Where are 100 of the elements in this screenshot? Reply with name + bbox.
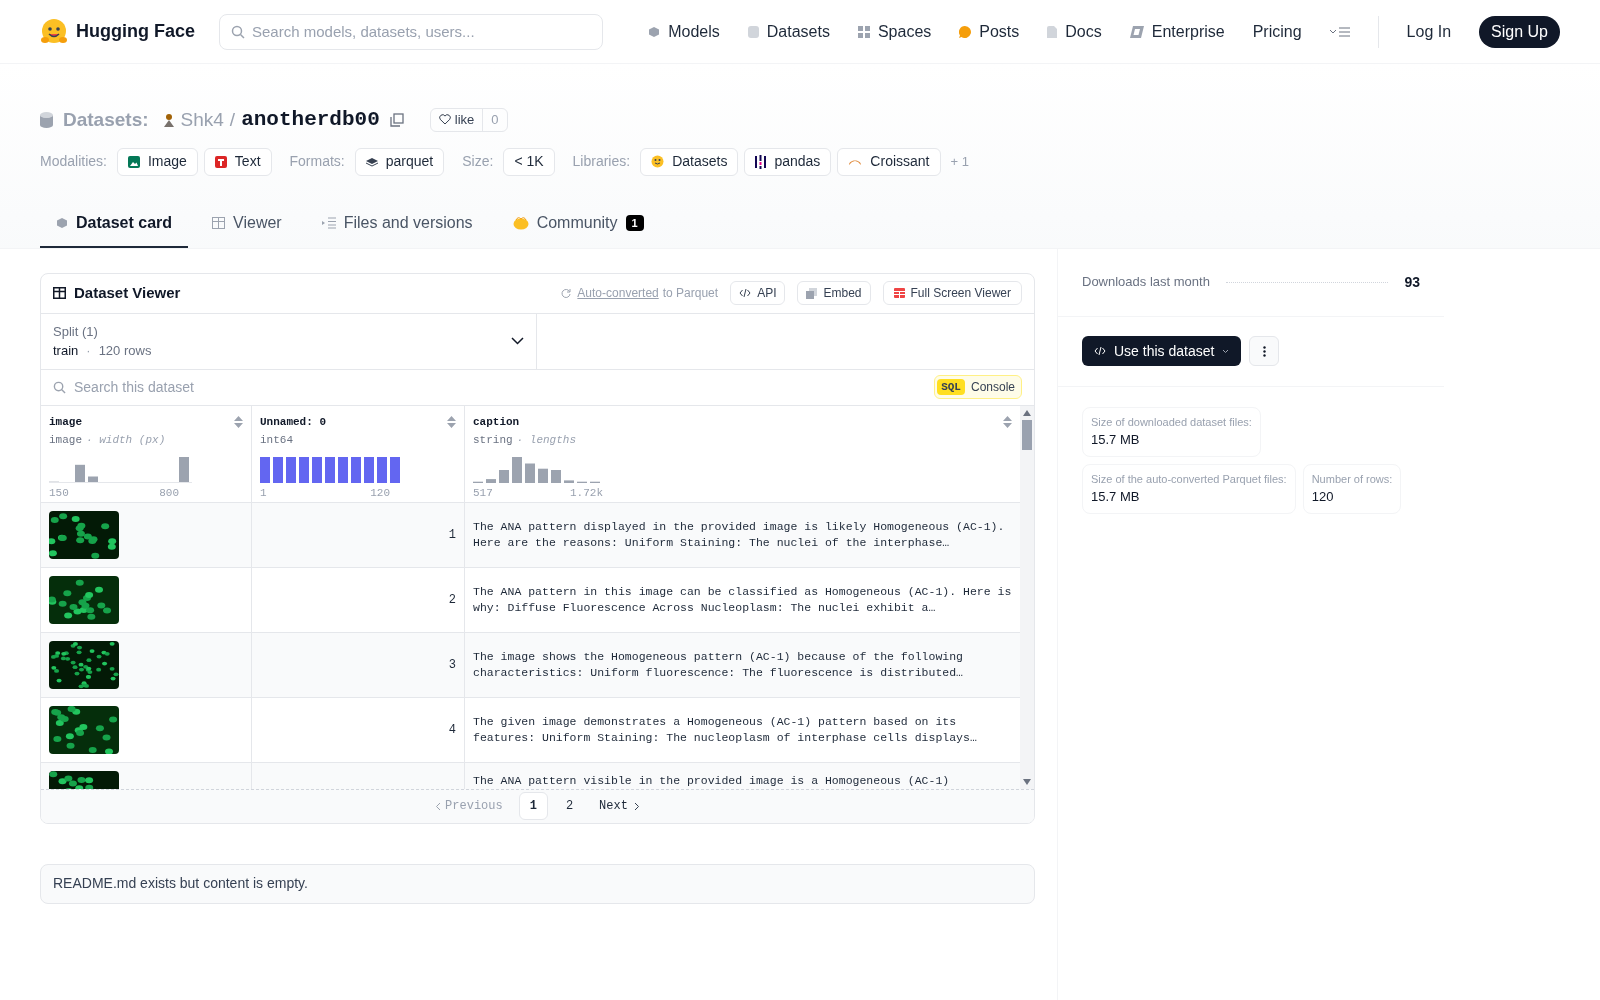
heart-icon bbox=[438, 114, 451, 126]
more-icon bbox=[1262, 345, 1266, 357]
image-icon bbox=[127, 155, 140, 168]
menu-icon[interactable] bbox=[1329, 25, 1350, 38]
column-stat: · lengths bbox=[516, 433, 577, 448]
table-cell: The ANA pattern visible in the provided image is a Homogeneous (AC-1) bbox=[473, 772, 950, 789]
copy-icon bbox=[806, 287, 818, 299]
layers-icon bbox=[365, 156, 378, 167]
copy-icon[interactable] bbox=[389, 112, 404, 127]
like-button[interactable]: like bbox=[430, 108, 483, 131]
dataset-search-field[interactable]: Search this dataset bbox=[74, 376, 935, 398]
toolbar-button[interactable]: API bbox=[730, 281, 786, 305]
tag-chip[interactable]: Datasets bbox=[640, 147, 739, 176]
tab[interactable]: Viewer bbox=[196, 199, 298, 248]
login-link[interactable]: Log In bbox=[1406, 19, 1452, 44]
tag-chip[interactable]: Croissant bbox=[837, 147, 941, 176]
stat-label: Size of the auto-converted Parquet files: bbox=[1091, 471, 1287, 487]
document-icon bbox=[1047, 25, 1058, 38]
nav-link[interactable]: Docs bbox=[1047, 19, 1102, 44]
table-icon bbox=[212, 216, 226, 229]
count-badge: 1 bbox=[625, 214, 644, 231]
nav-link[interactable]: Models bbox=[648, 19, 720, 44]
column-type: int64 bbox=[260, 433, 293, 448]
chevron-right-icon bbox=[633, 801, 640, 811]
code-icon bbox=[1094, 346, 1106, 356]
stat-value: 15.7 MB bbox=[1091, 431, 1141, 449]
more-button[interactable] bbox=[1249, 336, 1280, 366]
table-cell-text: 4 bbox=[448, 721, 456, 739]
sort-icon[interactable] bbox=[1003, 415, 1012, 428]
search-icon bbox=[231, 24, 245, 39]
chevron-left-icon bbox=[435, 801, 442, 811]
nav-link[interactable]: Pricing bbox=[1252, 19, 1302, 44]
database-icon bbox=[40, 111, 53, 128]
table-cell-text: 1 bbox=[448, 526, 456, 544]
signup-button[interactable]: Sign Up bbox=[1479, 15, 1560, 48]
cube-icon bbox=[56, 216, 68, 229]
column-type: string bbox=[473, 433, 513, 448]
column-type: image bbox=[49, 433, 82, 448]
repo-name[interactable]: anotherdb00 bbox=[241, 104, 380, 136]
stat-label: Size of downloaded dataset files: bbox=[1091, 414, 1252, 430]
downloads-count: 93 bbox=[1404, 272, 1420, 292]
sql-badge: SQL bbox=[937, 378, 965, 396]
range-max: 1.72k bbox=[570, 485, 603, 501]
tag-chip[interactable]: < 1K bbox=[503, 147, 555, 176]
use-dataset-button[interactable]: Use this dataset bbox=[1082, 336, 1242, 366]
cube-icon bbox=[648, 25, 661, 38]
chevron-down-icon bbox=[511, 337, 524, 345]
nav-link[interactable]: Posts bbox=[959, 19, 1020, 44]
stat-label: Number of rows: bbox=[1311, 471, 1393, 487]
scroll-down-icon[interactable] bbox=[1023, 778, 1031, 785]
table-icon bbox=[53, 287, 66, 299]
stat-value: 15.7 MB bbox=[1091, 488, 1141, 506]
path-separator: / bbox=[229, 107, 236, 132]
tag-chip[interactable]: Image bbox=[116, 147, 198, 176]
speech-bubble-icon bbox=[959, 25, 972, 38]
downloads-label: Downloads last month bbox=[1082, 273, 1210, 292]
split-name: train bbox=[53, 342, 79, 360]
nav-link[interactable]: Enterprise bbox=[1129, 19, 1225, 44]
toolbar-button[interactable]: Embed bbox=[797, 281, 871, 305]
tag-chip[interactable]: parquet bbox=[354, 147, 445, 176]
smiley-logo-icon bbox=[40, 17, 68, 46]
refresh-icon bbox=[561, 288, 572, 298]
nav-link[interactable]: Datasets bbox=[747, 19, 830, 44]
tag-group-label: Modalities: bbox=[40, 152, 107, 171]
tab[interactable]: Dataset card bbox=[40, 199, 189, 248]
search-field[interactable]: Search models, datasets, users... bbox=[219, 13, 603, 50]
grid-icon bbox=[857, 25, 870, 38]
toolbar-button[interactable]: Full Screen Viewer bbox=[882, 281, 1022, 305]
table-cell-text: The ANA pattern displayed in the provided image is likely Homogeneous (AC-1). Here are the reasons: Uniform Staining: The nuclei of the interphase… bbox=[473, 518, 1006, 551]
sort-icon[interactable] bbox=[234, 415, 243, 428]
database-icon bbox=[747, 25, 759, 38]
tag-chip[interactable]: pandas bbox=[744, 147, 832, 176]
smiley-icon bbox=[651, 155, 665, 168]
range-min: 517 bbox=[473, 485, 493, 501]
tab[interactable]: Community 1 bbox=[496, 199, 660, 248]
caret-icon bbox=[1222, 348, 1230, 354]
split-selector[interactable]: Split (1) train · 120 rows bbox=[41, 313, 537, 369]
page-link[interactable]: 1 bbox=[518, 792, 548, 820]
sql-console-button[interactable]: SQL Console bbox=[934, 375, 1022, 399]
table-cell-text: 3 bbox=[448, 656, 456, 674]
scroll-up-icon[interactable] bbox=[1023, 409, 1031, 416]
nav-link[interactable]: Spaces bbox=[857, 19, 932, 44]
page-link[interactable]: 2 bbox=[555, 792, 584, 820]
text-icon bbox=[214, 155, 227, 168]
sort-icon[interactable] bbox=[447, 415, 456, 428]
column-name: caption bbox=[473, 414, 520, 430]
split-label: Split (1) bbox=[53, 322, 99, 341]
code-icon bbox=[739, 288, 752, 298]
scrollbar-thumb[interactable] bbox=[1022, 419, 1032, 450]
tag-group-label: Size: bbox=[462, 152, 494, 171]
tag-group-label: Libraries: bbox=[572, 152, 631, 171]
range-min: 1 bbox=[260, 485, 267, 501]
parquet-note: to Parquet bbox=[662, 285, 719, 302]
column-stat: · width (px) bbox=[86, 433, 166, 448]
brand-name[interactable]: Hugging Face bbox=[76, 18, 195, 45]
tab[interactable]: Files and versions bbox=[305, 199, 489, 248]
row-count: 120 rows bbox=[98, 342, 152, 360]
tag-chip[interactable]: Text bbox=[203, 147, 272, 176]
range-max: 800 bbox=[159, 485, 179, 501]
next-link[interactable]: Next bbox=[591, 797, 648, 815]
